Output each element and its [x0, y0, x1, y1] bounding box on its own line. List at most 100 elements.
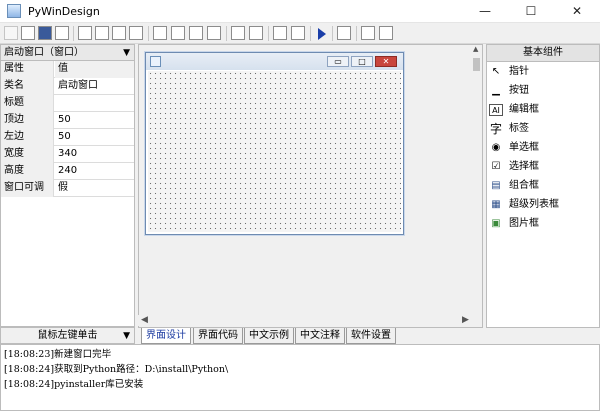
event-selector-label: 鼠标左键单击 [37, 330, 98, 341]
column-header: 属性 [1, 61, 54, 78]
picturebox-icon: ▣ [491, 218, 501, 229]
align-left-icon[interactable] [78, 26, 92, 40]
same-width-icon[interactable] [153, 26, 167, 40]
align-right-icon[interactable] [95, 26, 109, 40]
space-vertical-icon[interactable] [249, 26, 263, 40]
table-icon[interactable] [337, 26, 351, 40]
property-row[interactable]: 类名 启动窗口 [1, 78, 134, 95]
component-label: 超级列表框 [509, 199, 559, 210]
property-key: 顶边 [1, 112, 54, 129]
open-file-icon[interactable] [21, 26, 35, 40]
combobox-icon: ▤ [491, 180, 501, 191]
property-value[interactable]: 240 [55, 163, 134, 180]
object-selector-label: 启动窗口（窗口） [4, 47, 84, 58]
find-icon[interactable] [361, 26, 375, 40]
form-maximize-icon: □ [351, 56, 373, 67]
component-panel-header: 基本组件 [486, 44, 600, 62]
minimize-button[interactable]: — [462, 0, 508, 23]
space-horizontal-icon[interactable] [231, 26, 245, 40]
form-close-icon: ✕ [375, 56, 397, 67]
align-top-icon[interactable] [112, 26, 126, 40]
property-row[interactable]: 窗口可调 假 [1, 180, 134, 197]
send-back-icon[interactable] [291, 26, 305, 40]
component-label: 标签 [509, 123, 529, 134]
component-label: 单选框 [509, 142, 539, 153]
pointer-icon: ↖ [491, 66, 501, 77]
window-title: PyWinDesign [28, 5, 100, 18]
log-line: [18:08:24]获取到Python路径：D:\install\Python\ [4, 364, 229, 375]
property-key: 类名 [1, 78, 54, 95]
save-icon[interactable] [38, 26, 52, 40]
close-button[interactable]: ✕ [554, 0, 600, 23]
property-key: 左边 [1, 129, 54, 146]
chevron-down-icon: ▼ [123, 331, 130, 341]
vertical-scrollbar[interactable] [472, 55, 481, 317]
horizontal-scrollbar[interactable] [138, 315, 471, 326]
scroll-right-icon[interactable]: ▶ [462, 315, 469, 325]
title-bar: PyWinDesign — ☐ ✕ [0, 0, 600, 23]
property-header-row: 属性 值 [1, 61, 134, 78]
align-bottom-icon[interactable] [129, 26, 143, 40]
component-label: 图片框 [509, 218, 539, 229]
property-value[interactable]: 50 [55, 112, 134, 129]
form-caption-bar: ▭ □ ✕ [146, 53, 403, 70]
property-row[interactable]: 标题 [1, 95, 134, 112]
editor-tabs: 界面设计 界面代码 中文示例 中文注释 软件设置 [138, 328, 483, 344]
component-label: 组合框 [509, 180, 539, 191]
run-icon[interactable] [318, 28, 326, 40]
component-label: 选择框 [509, 161, 539, 172]
property-row[interactable]: 宽度 340 [1, 146, 134, 163]
log-line: [18:08:24]pyinstaller库已安装 [4, 379, 144, 390]
scroll-up-icon[interactable]: ▲ [473, 45, 478, 53]
tab-cn-comments[interactable]: 中文注释 [295, 328, 345, 344]
column-header: 值 [55, 61, 134, 78]
component-label: 编辑框 [509, 104, 539, 115]
property-row[interactable]: 高度 240 [1, 163, 134, 180]
center-vertical-icon[interactable] [207, 26, 221, 40]
component-label: 按钮 [509, 85, 529, 96]
form-preview[interactable]: ▭ □ ✕ [145, 52, 404, 235]
scroll-left-icon[interactable]: ◀ [141, 315, 148, 325]
property-value[interactable]: 假 [55, 180, 134, 197]
object-selector[interactable]: 启动窗口（窗口） ▼ [0, 44, 135, 61]
same-height-icon[interactable] [189, 26, 203, 40]
toolbar [0, 23, 600, 44]
property-key: 标题 [1, 95, 54, 112]
property-value[interactable]: 启动窗口 [55, 78, 134, 95]
save-as-icon[interactable] [55, 26, 69, 40]
component-label: 指针 [509, 66, 529, 77]
event-selector[interactable]: 鼠标左键单击 ▼ [0, 327, 135, 344]
preview-icon[interactable] [379, 26, 393, 40]
property-row[interactable]: 顶边 50 [1, 112, 134, 129]
listview-icon: ▦ [491, 199, 501, 210]
radio-icon: ◉ [491, 142, 501, 153]
bring-front-icon[interactable] [273, 26, 287, 40]
property-key: 宽度 [1, 146, 54, 163]
property-value[interactable]: 340 [55, 146, 134, 163]
checkbox-icon: ☑ [491, 161, 501, 172]
tab-settings[interactable]: 软件设置 [346, 328, 396, 344]
form-window-icon [150, 56, 161, 67]
form-minimize-icon: ▭ [327, 56, 349, 67]
output-log[interactable]: [18:08:23]新建窗口完毕 [18:08:24]获取到Python路径：D… [0, 344, 600, 411]
property-key: 窗口可调 [1, 180, 54, 197]
form-client-grid[interactable] [148, 71, 401, 232]
label-icon: 字 [489, 122, 502, 136]
property-value[interactable] [55, 95, 134, 112]
log-line: [18:08:23]新建窗口完毕 [4, 349, 112, 360]
editbox-icon: AI [489, 104, 503, 116]
tab-ui-design[interactable]: 界面设计 [141, 328, 191, 344]
property-table: 属性 值 类名 启动窗口 标题 顶边 50 左边 50 宽度 340 高度 24… [0, 61, 135, 327]
maximize-button[interactable]: ☐ [508, 0, 554, 23]
center-horizontal-icon[interactable] [171, 26, 185, 40]
new-file-icon[interactable] [4, 26, 18, 40]
vertical-scroll-thumb[interactable] [473, 58, 480, 71]
tab-cn-examples[interactable]: 中文示例 [244, 328, 294, 344]
tab-ui-code[interactable]: 界面代码 [193, 328, 243, 344]
property-value[interactable]: 50 [55, 129, 134, 146]
chevron-down-icon: ▼ [123, 48, 130, 58]
component-panel [486, 44, 600, 328]
app-icon [7, 4, 21, 18]
property-key: 高度 [1, 163, 54, 180]
property-row[interactable]: 左边 50 [1, 129, 134, 146]
